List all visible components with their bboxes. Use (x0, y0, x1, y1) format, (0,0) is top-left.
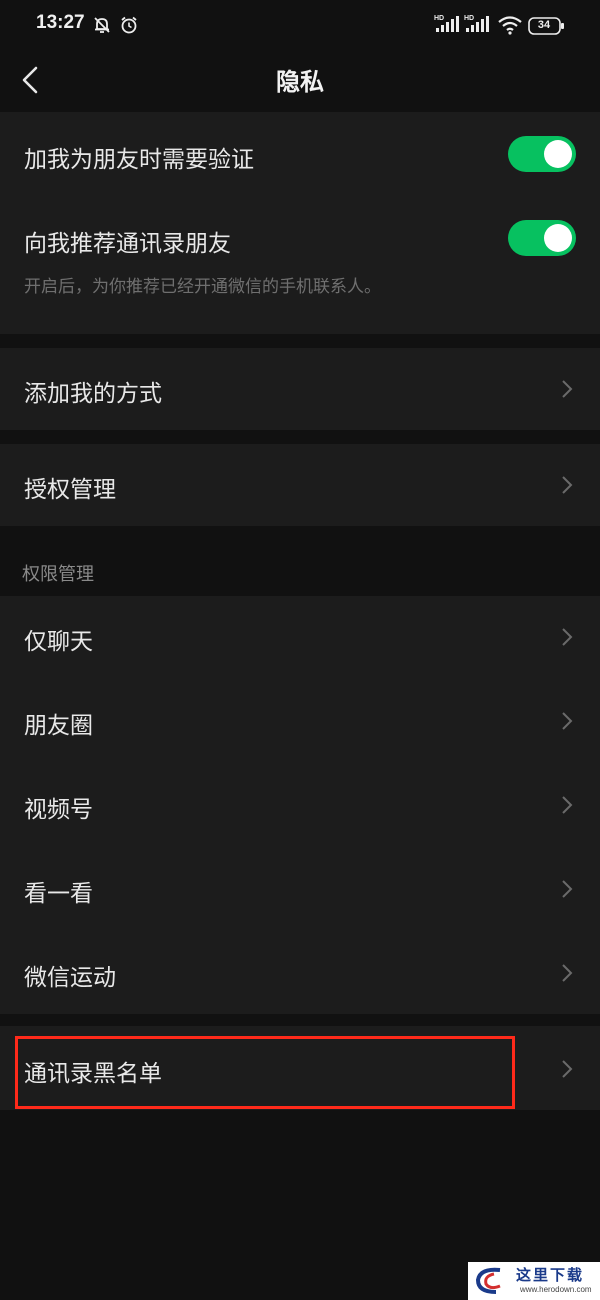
blacklist-row[interactable]: 通讯录黑名单 (0, 1026, 600, 1110)
chevron-right-icon (562, 1060, 573, 1078)
recommend-contacts-label: 向我推荐通讯录朋友 (24, 231, 231, 257)
permission-item-label: 朋友圈 (24, 713, 93, 739)
chevron-right-icon (562, 476, 573, 494)
watermark-logo-icon (475, 1267, 501, 1294)
permission-item-moments[interactable]: 朋友圈 (0, 680, 600, 764)
page-title: 隐私 (276, 68, 324, 96)
add-friend-verify-toggle[interactable] (508, 136, 576, 172)
permission-item-label: 看一看 (24, 881, 93, 907)
blacklist-group: 通讯录黑名单 (0, 1026, 600, 1110)
alarm-icon (121, 16, 137, 34)
status-time: 13:27 (36, 12, 85, 33)
svg-text:HD: HD (434, 15, 444, 22)
chevron-right-icon (562, 380, 573, 398)
recommend-contacts-toggle[interactable] (508, 220, 576, 256)
verification-group: 加我为朋友时需要验证 向我推荐通讯录朋友 (0, 112, 600, 334)
toggle-knob (544, 140, 572, 168)
add-methods-group: 添加我的方式 (0, 348, 600, 430)
chevron-right-icon (562, 712, 573, 730)
watermark: 这里下载 www.herodown.com (468, 1262, 600, 1300)
add-friend-verify-row: 加我为朋友时需要验证 (0, 112, 600, 196)
permission-item-werun[interactable]: 微信运动 (0, 932, 600, 1014)
chevron-right-icon (562, 964, 573, 982)
chevron-right-icon (562, 880, 573, 898)
add-methods-label: 添加我的方式 (24, 381, 162, 407)
battery-icon: 34 (528, 17, 566, 35)
status-bar: 13:27 HD HD 34 (0, 0, 600, 50)
add-methods-row[interactable]: 添加我的方式 (0, 348, 600, 430)
authorization-group: 授权管理 (0, 444, 600, 526)
svg-text:HD: HD (464, 15, 474, 22)
navigation-bar: 隐私 (0, 50, 600, 110)
permission-item-label: 仅聊天 (24, 629, 93, 655)
wifi-icon (498, 16, 522, 35)
recommend-contacts-hint: 开启后，为你推荐已经开通微信的手机联系人。 (24, 277, 381, 297)
permission-item-channels[interactable]: 视频号 (0, 764, 600, 848)
blacklist-label: 通讯录黑名单 (24, 1061, 162, 1087)
chevron-right-icon (562, 796, 573, 814)
watermark-url: www.herodown.com (520, 1285, 592, 1294)
permission-item-top-stories[interactable]: 看一看 (0, 848, 600, 932)
battery-level: 34 (537, 19, 551, 31)
permission-item-label: 视频号 (24, 797, 93, 823)
hd-signal-icon: HD (464, 15, 489, 32)
hd-signal-icon: HD (434, 15, 459, 32)
authorization-row[interactable]: 授权管理 (0, 444, 600, 526)
permissions-group: 仅聊天 朋友圈 视频号 看一看 微信运动 (0, 596, 600, 1014)
watermark-text: 这里下载 (516, 1266, 585, 1284)
chevron-right-icon (562, 628, 573, 646)
permissions-section-title: 权限管理 (22, 564, 94, 585)
mute-bell-icon (94, 17, 110, 33)
permission-item-label: 微信运动 (24, 965, 116, 991)
permission-item-chat-only[interactable]: 仅聊天 (0, 596, 600, 680)
toggle-knob (544, 224, 572, 252)
add-friend-verify-label: 加我为朋友时需要验证 (24, 147, 254, 173)
authorization-label: 授权管理 (24, 477, 116, 503)
recommend-contacts-row: 向我推荐通讯录朋友 (0, 196, 600, 334)
